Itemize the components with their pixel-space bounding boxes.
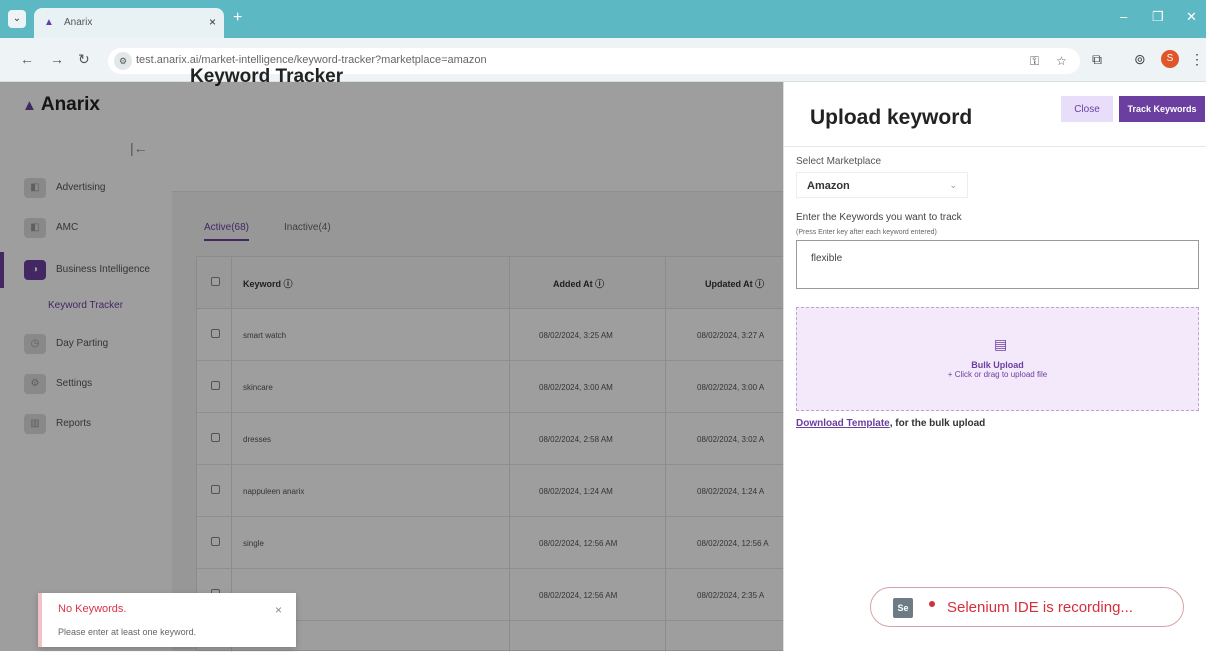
bulk-upload-title: Bulk Upload — [971, 360, 1024, 370]
modal-backdrop[interactable] — [0, 82, 783, 651]
selenium-status-text: Selenium IDE is recording... — [947, 599, 1133, 616]
tab-close-icon[interactable]: × — [209, 15, 216, 29]
new-tab-button[interactable]: + — [233, 9, 242, 27]
toast-title: No Keywords. — [58, 603, 127, 615]
upload-keyword-drawer: Upload keyword Close Track Keywords Sele… — [783, 82, 1206, 651]
reload-icon[interactable]: ↻ — [78, 51, 90, 68]
site-info-icon[interactable]: ⚙ — [114, 52, 132, 70]
bulk-upload-subtitle: + Click or drag to upload file — [947, 370, 1048, 379]
url-text: test.anarix.ai/market-intelligence/keywo… — [136, 54, 487, 66]
chevron-down-icon: ⌄ — [949, 180, 957, 190]
browser-tabbar: ⌄ ▲ Anarix × + – ❐ ✕ — [0, 0, 1206, 38]
address-bar: ← → ↻ ⚙ test.anarix.ai/market-intelligen… — [0, 38, 1206, 82]
restore-icon[interactable]: ❐ — [1152, 9, 1164, 25]
recording-dot-icon — [929, 601, 935, 607]
selenium-recording-badge[interactable]: Se Selenium IDE is recording... — [870, 587, 1184, 627]
keywords-hint: (Press Enter key after each keyword ente… — [796, 229, 937, 236]
back-icon[interactable]: ← — [20, 51, 34, 67]
tab-search-icon[interactable]: ⌄ — [8, 10, 26, 28]
toast-close-icon[interactable]: × — [275, 603, 282, 617]
tab-title: Anarix — [64, 17, 93, 28]
file-upload-icon: ▤ — [994, 336, 1008, 352]
toast-message: Please enter at least one keyword. — [58, 627, 197, 637]
download-suffix: , for the bulk upload — [889, 418, 986, 429]
close-button[interactable]: Close — [1061, 96, 1113, 122]
keywords-label: Enter the Keywords you want to track — [796, 212, 962, 223]
marketplace-value: Amazon — [807, 180, 850, 192]
window-close-icon[interactable]: ✕ — [1186, 9, 1197, 25]
keywords-input[interactable]: flexible — [796, 240, 1199, 289]
minimize-icon[interactable]: – — [1120, 9, 1127, 24]
error-toast: No Keywords. Please enter at least one k… — [38, 593, 296, 647]
browser-tab[interactable]: ▲ Anarix × — [34, 8, 224, 38]
divider — [784, 146, 1206, 147]
extension-icon[interactable]: ⊚ — [1134, 51, 1146, 68]
anarix-favicon-icon: ▲ — [44, 17, 54, 28]
forward-icon[interactable]: → — [50, 51, 64, 67]
selenium-icon: Se — [893, 598, 913, 618]
profile-avatar[interactable]: S — [1161, 50, 1179, 68]
extensions-icon[interactable]: ⧉ — [1092, 51, 1102, 68]
drawer-title: Upload keyword — [810, 106, 973, 129]
marketplace-select[interactable]: Amazon ⌄ — [796, 172, 968, 198]
marketplace-label: Select Marketplace — [796, 156, 882, 167]
download-template-line: Download Template, for the bulk upload — [796, 418, 985, 429]
bulk-upload-dropzone[interactable]: ▤ Bulk Upload + Click or drag to upload … — [796, 307, 1199, 411]
menu-kebab-icon[interactable]: ⋮ — [1190, 51, 1204, 68]
track-keywords-button[interactable]: Track Keywords — [1119, 96, 1205, 122]
bookmark-star-icon[interactable]: ☆ — [1056, 54, 1067, 68]
password-key-icon[interactable]: ⚿ — [1030, 54, 1039, 69]
download-template-link[interactable]: Download Template — [796, 418, 890, 429]
